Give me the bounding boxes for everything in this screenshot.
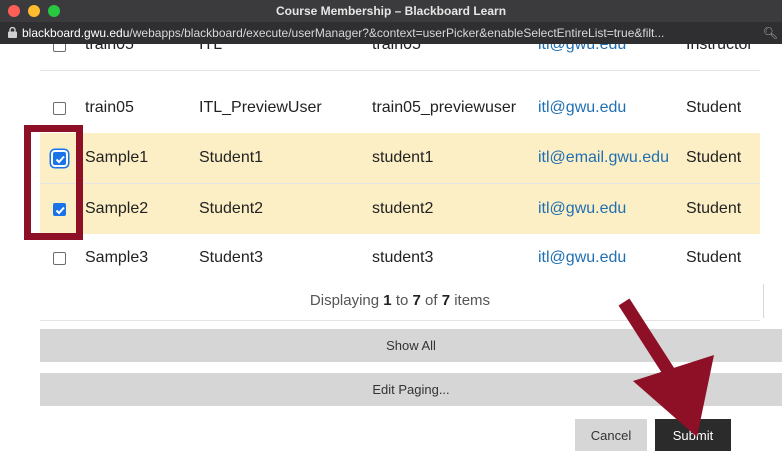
paging-of-word: of bbox=[425, 292, 438, 309]
last-name-cell: student3 bbox=[372, 249, 434, 266]
url-text[interactable]: blackboard.gwu.edu/webapps/blackboard/ex… bbox=[22, 26, 762, 40]
email-link[interactable]: itl@gwu.edu bbox=[538, 44, 626, 70]
first-name-cell: Student3 bbox=[199, 249, 264, 266]
show-all-button[interactable]: Show All bbox=[40, 329, 782, 362]
url-path: /webapps/blackboard/execute/userManager?… bbox=[129, 26, 665, 40]
last-name-cell: train05_previewuser bbox=[372, 99, 517, 116]
table-row: train05 ITL train05 itl@gwu.edu Instruct… bbox=[40, 44, 760, 70]
paging-total: 7 bbox=[441, 292, 451, 309]
role-cell: Student bbox=[686, 249, 742, 266]
username-cell: Sample3 bbox=[85, 249, 149, 266]
edit-paging-button[interactable]: Edit Paging... bbox=[40, 373, 782, 406]
url-host: blackboard.gwu.edu bbox=[22, 26, 130, 40]
last-name-cell: student2 bbox=[372, 200, 434, 217]
window-title: Course Membership – Blackboard Learn bbox=[275, 4, 507, 18]
email-link[interactable]: itl@email.gwu.edu bbox=[538, 133, 669, 183]
paging-to-word: to bbox=[395, 292, 409, 309]
row-checkbox[interactable] bbox=[53, 102, 66, 115]
email-link[interactable]: itl@gwu.edu bbox=[538, 233, 626, 283]
role-cell: Student bbox=[686, 149, 742, 166]
row-checkbox[interactable] bbox=[53, 44, 66, 52]
first-name-cell: ITL_PreviewUser bbox=[199, 99, 322, 116]
address-bar[interactable]: blackboard.gwu.edu/webapps/blackboard/ex… bbox=[0, 22, 782, 44]
first-name-cell: Student1 bbox=[199, 149, 264, 166]
email-link[interactable]: itl@gwu.edu bbox=[538, 184, 626, 234]
user-picker-content: train05 ITL train05 itl@gwu.edu Instruct… bbox=[0, 44, 782, 451]
email-link[interactable]: itl@gwu.edu bbox=[538, 83, 626, 133]
role-cell: Student bbox=[686, 99, 742, 116]
paging-status: Displaying 1 to 7 of 7 items bbox=[40, 281, 760, 321]
username-cell: Sample1 bbox=[85, 149, 149, 166]
paging-to: 7 bbox=[412, 292, 421, 309]
table-row-selected: Sample2 Student2 student2 itl@gwu.edu St… bbox=[40, 184, 760, 234]
row-checkbox[interactable] bbox=[53, 252, 66, 265]
last-name-cell: student1 bbox=[372, 149, 434, 166]
window-title-bar: Course Membership – Blackboard Learn bbox=[0, 0, 782, 22]
submit-button[interactable]: Submit bbox=[655, 419, 731, 451]
paging-from: 1 bbox=[383, 292, 392, 309]
row-divider bbox=[40, 70, 760, 71]
table-row: Sample3 Student3 student3 itl@gwu.edu St… bbox=[40, 233, 760, 283]
username-cell: train05 bbox=[85, 44, 134, 53]
paging-suffix: items bbox=[454, 292, 491, 309]
table-row-selected: Sample1 Student1 student1 itl@email.gwu.… bbox=[40, 133, 760, 183]
paging-divider bbox=[763, 284, 764, 318]
annotation-highlight-box bbox=[24, 125, 83, 240]
role-cell: Student bbox=[686, 200, 742, 217]
zoom-icon[interactable]: 🔍︎ bbox=[763, 26, 778, 40]
username-cell: train05 bbox=[85, 99, 134, 116]
cancel-button[interactable]: Cancel bbox=[575, 419, 647, 451]
first-name-cell: ITL bbox=[199, 44, 223, 53]
table-row: train05 ITL_PreviewUser train05_previewu… bbox=[40, 83, 760, 133]
username-cell: Sample2 bbox=[85, 200, 149, 217]
first-name-cell: Student2 bbox=[199, 200, 264, 217]
paging-prefix: Displaying bbox=[309, 292, 380, 309]
role-cell: Instructor bbox=[686, 44, 753, 53]
last-name-cell: train05 bbox=[372, 44, 421, 53]
lock-icon bbox=[8, 27, 17, 38]
